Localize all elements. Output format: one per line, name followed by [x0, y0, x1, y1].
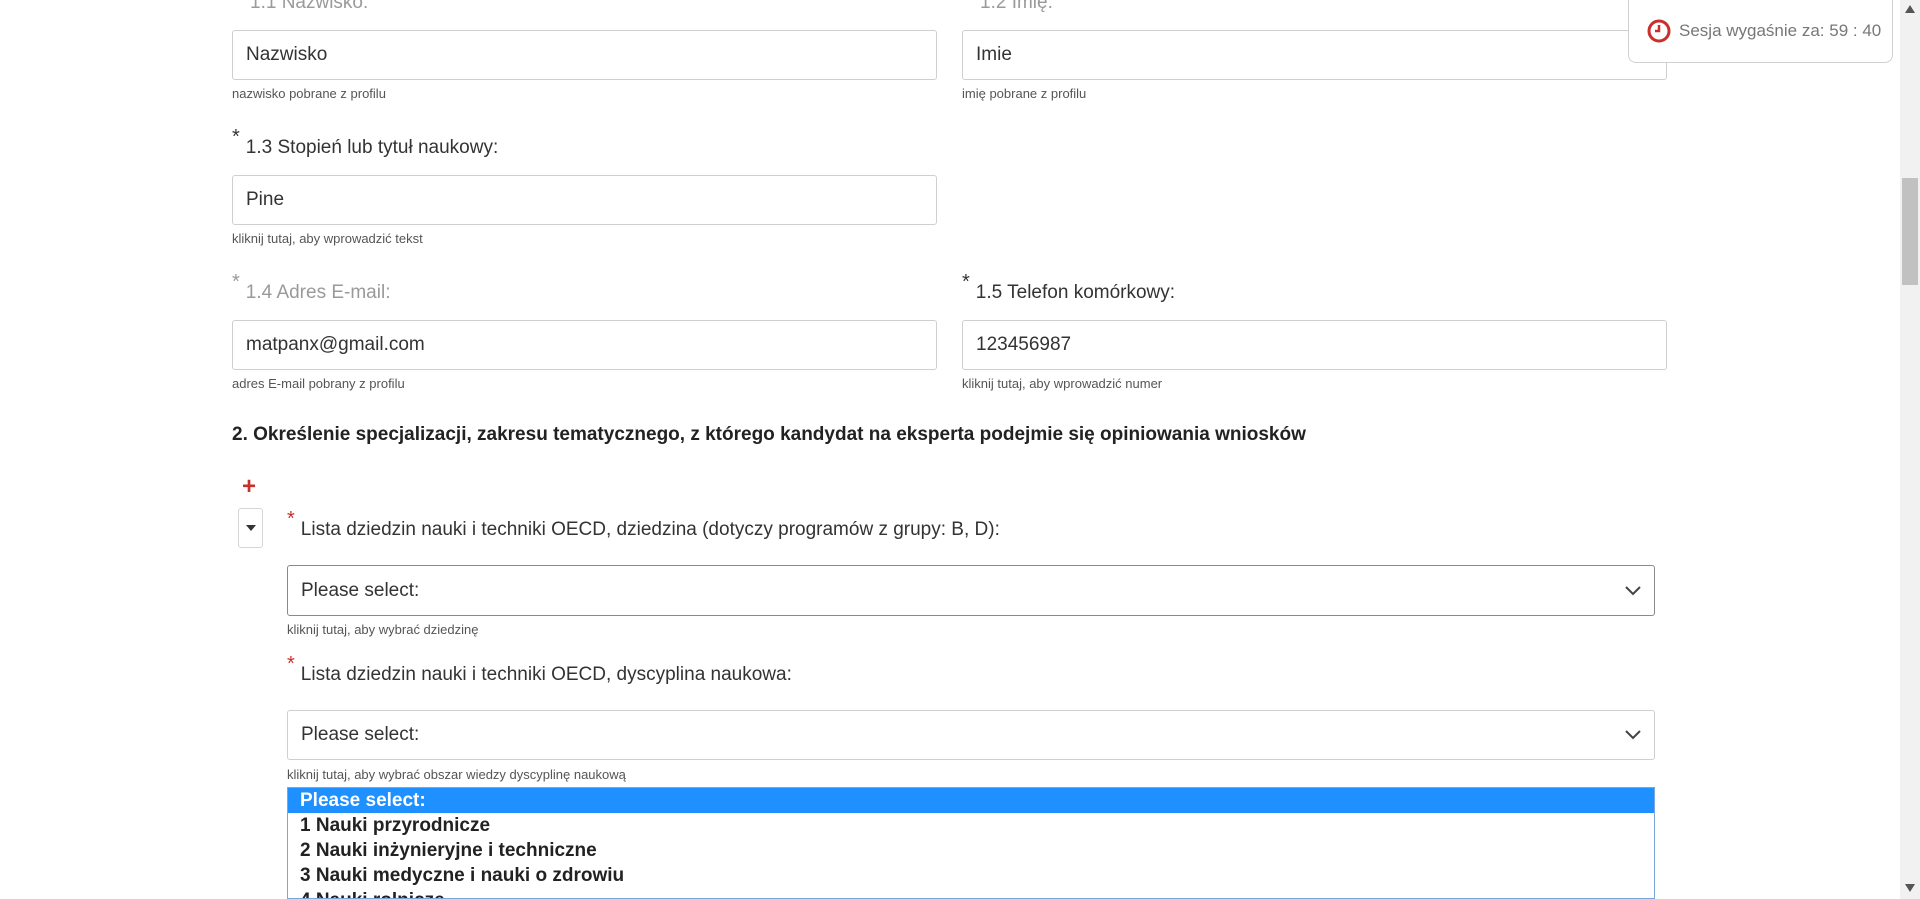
session-timer: Sesja wygaśnie za: 59 : 40: [1628, 0, 1893, 63]
scrollbar-thumb[interactable]: [1902, 178, 1918, 285]
scroll-up-arrow-icon[interactable]: [1905, 5, 1915, 13]
surname-label: 1.1 Nazwisko:: [250, 0, 369, 13]
discipline-select-value: Please select:: [301, 724, 420, 745]
dropdown-option[interactable]: 2 Nauki inżynieryjne i techniczne: [288, 838, 1654, 863]
collapse-toggle-button[interactable]: [238, 508, 263, 548]
degree-field[interactable]: Pine: [232, 175, 937, 225]
vertical-scrollbar[interactable]: [1900, 0, 1920, 899]
required-marker: *: [287, 508, 295, 530]
email-help: adres E-mail pobrany z profilu: [232, 376, 405, 391]
email-label-text: 1.4 Adres E-mail:: [245, 282, 391, 303]
add-row-button[interactable]: +: [242, 475, 256, 499]
degree-label-text: 1.3 Stopień lub tytuł naukowy:: [245, 137, 499, 158]
domain-select[interactable]: Please select:: [287, 565, 1655, 616]
required-marker: *: [962, 271, 970, 293]
email-field[interactable]: matpanx@gmail.com: [232, 320, 937, 370]
dropdown-option[interactable]: 4 Nauki rolnicze: [288, 888, 1654, 898]
discipline-select[interactable]: Please select:: [287, 710, 1655, 760]
discipline-help: kliknij tutaj, aby wybrać obszar wiedzy …: [287, 767, 626, 782]
domain-dropdown-list[interactable]: Please select: 1 Nauki przyrodnicze 2 Na…: [287, 787, 1655, 899]
caret-down-icon: [245, 525, 256, 531]
degree-label: * 1.3 Stopień lub tytuł naukowy:: [232, 126, 499, 159]
surname-field[interactable]: Nazwisko: [232, 30, 937, 80]
dropdown-option[interactable]: 1 Nauki przyrodnicze: [288, 813, 1654, 838]
domain-select-value: Please select:: [301, 579, 420, 601]
phone-field[interactable]: 123456987: [962, 320, 1667, 370]
clock-icon: [1647, 19, 1671, 43]
name-label: 1.2 Imię:: [980, 0, 1053, 13]
email-label: * 1.4 Adres E-mail:: [232, 271, 391, 304]
required-marker: *: [232, 126, 240, 148]
discipline-label: * Lista dziedzin nauki i techniki OECD, d…: [287, 653, 792, 686]
chevron-down-icon: [1625, 585, 1641, 595]
section-2-title: 2. Określenie specjalizacji, zakresu tem…: [232, 424, 1306, 445]
dropdown-option[interactable]: Please select:: [288, 788, 1654, 813]
domain-label-text: Lista dziedzin nauki i techniki OECD, dz…: [300, 519, 1000, 540]
domain-help: kliknij tutaj, aby wybrać dziedzinę: [287, 622, 479, 637]
phone-label-text: 1.5 Telefon komórkowy:: [975, 282, 1176, 303]
discipline-label-text: Lista dziedzin nauki i techniki OECD, dy…: [300, 664, 792, 685]
chevron-down-icon: [1625, 730, 1641, 740]
name-help: imię pobrane z profilu: [962, 86, 1087, 101]
required-marker: *: [287, 653, 295, 675]
surname-help: nazwisko pobrane z profilu: [232, 86, 386, 101]
dropdown-option[interactable]: 3 Nauki medyczne i nauki o zdrowiu: [288, 863, 1654, 888]
name-field[interactable]: Imie: [962, 30, 1667, 80]
phone-label: * 1.5 Telefon komórkowy:: [962, 271, 1176, 304]
scroll-down-arrow-icon[interactable]: [1905, 884, 1915, 892]
phone-help: kliknij tutaj, aby wprowadzić numer: [962, 376, 1163, 391]
required-marker: *: [232, 271, 240, 293]
domain-label: * Lista dziedzin nauki i techniki OECD, d…: [287, 508, 1000, 541]
session-timer-text: Sesja wygaśnie za: 59 : 40: [1679, 21, 1882, 40]
degree-help: kliknij tutaj, aby wprowadzić tekst: [232, 231, 423, 246]
